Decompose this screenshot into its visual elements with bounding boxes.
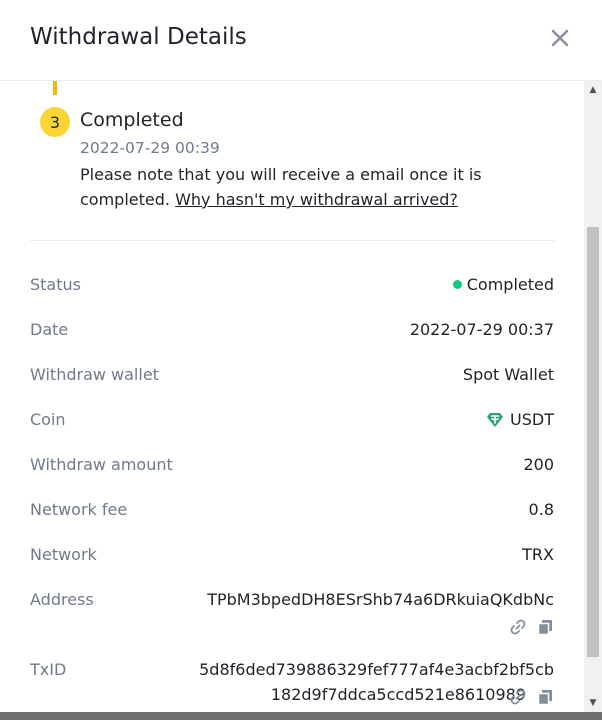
divider xyxy=(30,240,555,241)
withdrawal-help-link[interactable]: Why hasn't my withdrawal arrived? xyxy=(175,190,458,209)
tether-icon xyxy=(487,412,504,427)
wallet-label: Withdraw wallet xyxy=(30,365,159,384)
address-label: Address xyxy=(30,590,94,609)
bottom-edge-bar xyxy=(0,712,602,720)
amount-value: 200 xyxy=(523,455,554,474)
step-timestamp: 2022-07-29 00:39 xyxy=(80,139,220,157)
status-text: Completed xyxy=(466,275,554,294)
txid-actions xyxy=(509,688,554,706)
date-value: 2022-07-29 00:37 xyxy=(409,320,554,339)
status-label: Status xyxy=(30,275,81,294)
vertical-scrollbar[interactable]: ▲ ▼ xyxy=(584,81,602,712)
scrollbar-thumb[interactable] xyxy=(587,227,599,657)
step-connector-line xyxy=(53,81,57,95)
close-icon[interactable] xyxy=(548,26,572,50)
txid-label: TxID xyxy=(30,660,67,679)
link-icon[interactable] xyxy=(509,688,527,706)
link-icon[interactable] xyxy=(509,618,527,636)
coin-label: Coin xyxy=(30,410,66,429)
network-label: Network xyxy=(30,545,97,564)
step-number-badge: 3 xyxy=(40,107,70,137)
address-actions xyxy=(509,618,554,636)
wallet-value: Spot Wallet xyxy=(462,365,554,384)
details-scroll-area[interactable]: 3 Completed 2022-07-29 00:39 Please note… xyxy=(0,81,584,712)
fee-value: 0.8 xyxy=(528,500,554,519)
scroll-down-arrow-icon[interactable]: ▼ xyxy=(584,694,602,712)
scroll-up-arrow-icon[interactable]: ▲ xyxy=(584,81,602,99)
amount-label: Withdraw amount xyxy=(30,455,173,474)
copy-icon[interactable] xyxy=(536,688,554,706)
address-value: TPbM3bpedDH8ESrShb74a6DRkuiaQKdbNc xyxy=(207,590,554,609)
status-dot-icon xyxy=(452,280,462,289)
coin-text: USDT xyxy=(510,410,554,429)
date-label: Date xyxy=(30,320,69,339)
txid-line-2: 182d9f7ddca5ccd521e8610989 xyxy=(270,685,526,704)
status-value: Completed xyxy=(452,275,554,294)
dialog-header: Withdrawal Details xyxy=(0,0,602,81)
coin-value: USDT xyxy=(486,410,554,430)
step-note: Please note that you will receive a emai… xyxy=(80,162,500,212)
network-value: TRX xyxy=(522,545,554,564)
copy-icon[interactable] xyxy=(536,618,554,636)
fee-label: Network fee xyxy=(30,500,128,519)
step-title: Completed xyxy=(80,109,184,131)
dialog-title: Withdrawal Details xyxy=(30,24,247,50)
txid-line-1: 5d8f6ded739886329fef777af4e3acbf2bf5cb xyxy=(199,660,554,679)
